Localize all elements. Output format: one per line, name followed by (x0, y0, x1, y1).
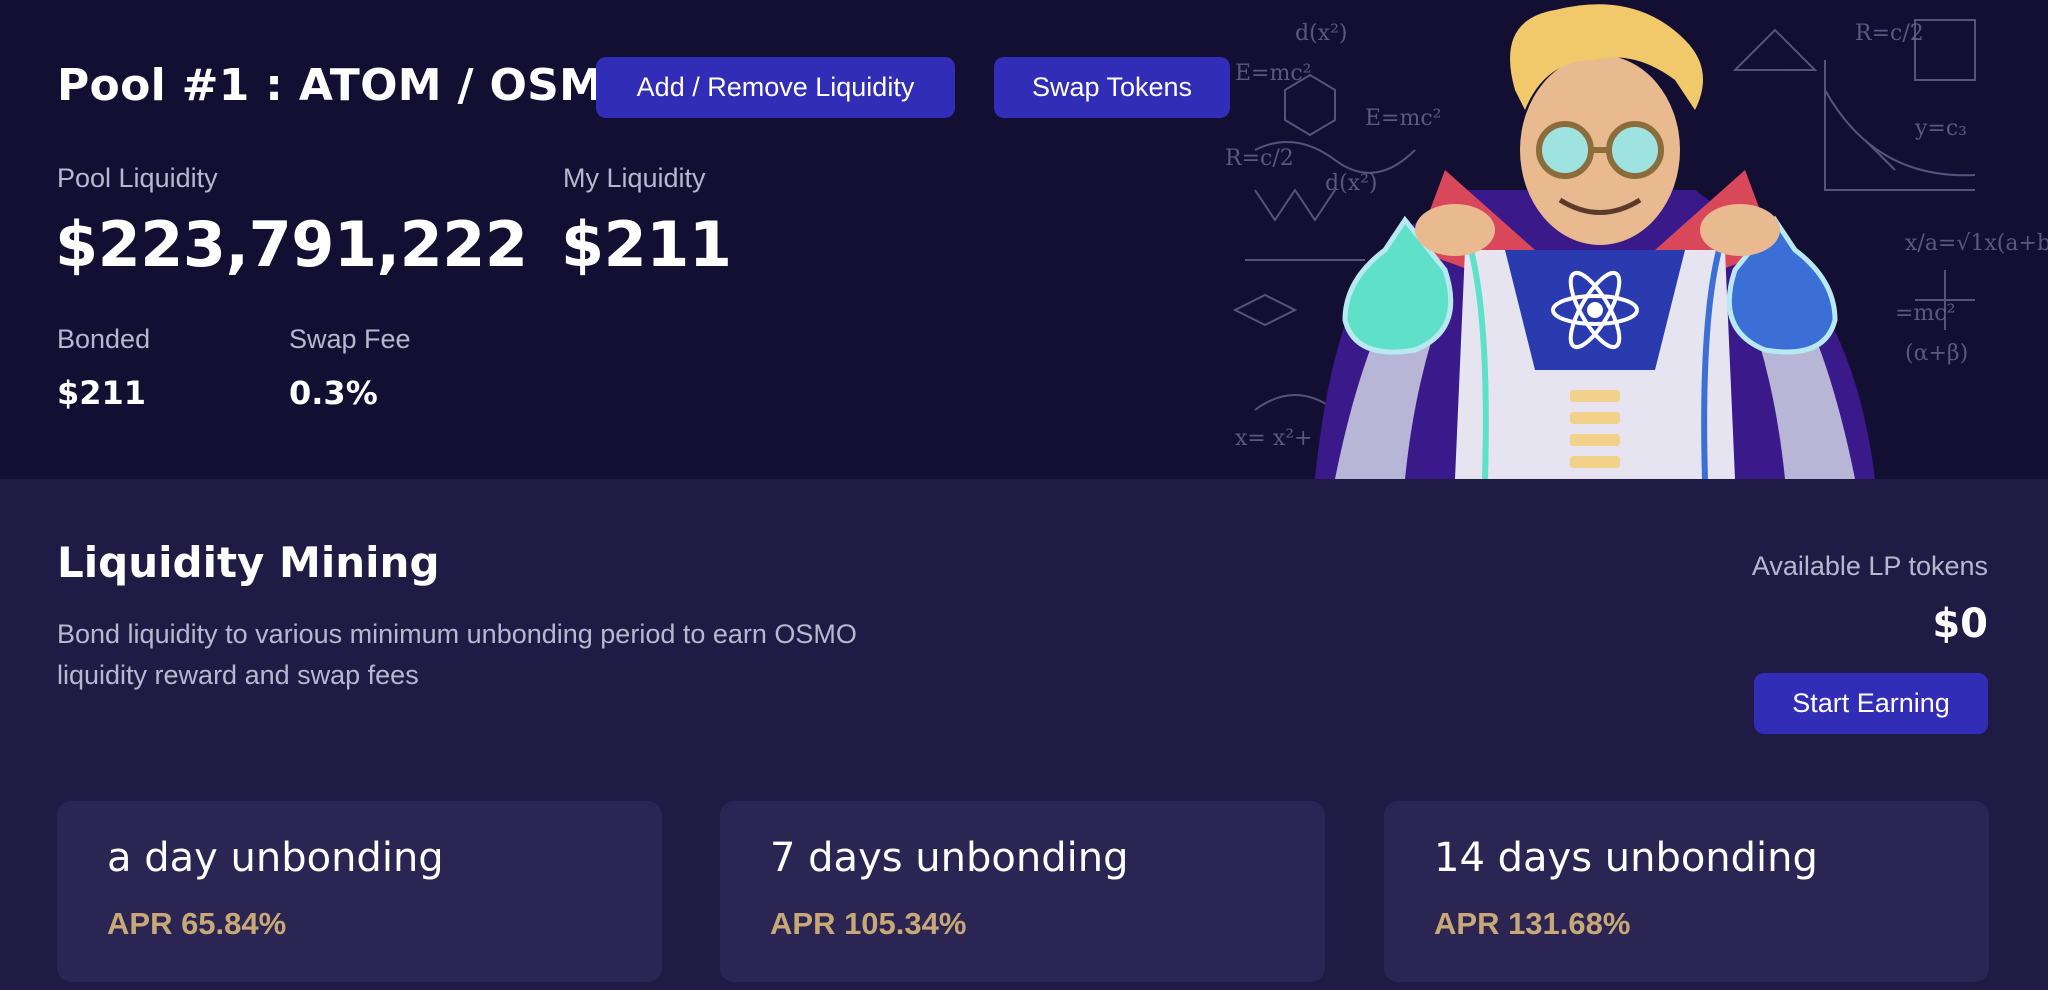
my-liquidity-value: $211 (561, 208, 732, 281)
unbonding-card-apr: APR 65.84% (107, 906, 287, 941)
unbonding-card-apr: APR 131.68% (1434, 906, 1631, 941)
liquidity-mining-description: Bond liquidity to various minimum unbond… (57, 619, 857, 690)
svg-text:d(x²): d(x²) (1295, 21, 1347, 46)
unbonding-card: 14 days unbonding APR 131.68% (1384, 801, 1989, 982)
unbonding-card-title: a day unbonding (107, 835, 444, 881)
unbonding-card: 7 days unbonding APR 105.34% (720, 801, 1325, 982)
pool-liquidity-value: $223,791,222 (55, 208, 528, 281)
svg-text:E=mc²: E=mc² (1235, 61, 1312, 86)
svg-text:x= x²+: x= x²+ (1235, 426, 1313, 451)
unbonding-card: a day unbonding APR 65.84% (57, 801, 662, 982)
add-remove-liquidity-button[interactable]: Add / Remove Liquidity (596, 57, 955, 118)
liquidity-mining-title: Liquidity Mining (57, 538, 440, 587)
start-earning-button[interactable]: Start Earning (1754, 673, 1988, 734)
pool-title: Pool #1 : ATOM / OSMO (57, 60, 641, 111)
pool-header: Pool #1 : ATOM / OSMO Add / Remove Liqui… (0, 0, 2048, 479)
available-lp-value: $0 (1932, 601, 1988, 647)
my-liquidity-label: My Liquidity (563, 163, 706, 193)
swap-tokens-button[interactable]: Swap Tokens (994, 57, 1230, 118)
swap-fee-value: 0.3% (289, 374, 378, 412)
svg-text:R=c/2: R=c/2 (1855, 21, 1924, 46)
svg-text:E=mc²: E=mc² (1365, 106, 1442, 131)
bonded-label: Bonded (57, 324, 151, 354)
pool-liquidity-label: Pool Liquidity (57, 163, 218, 193)
unbonding-card-title: 14 days unbonding (1434, 835, 1818, 881)
bonded-value: $211 (57, 374, 147, 412)
svg-text:(α+β): (α+β) (1905, 341, 1968, 366)
svg-text:d(x²): d(x²) (1325, 171, 1377, 196)
unbonding-card-apr: APR 105.34% (770, 906, 967, 941)
svg-text:=mc²: =mc² (1895, 301, 1955, 326)
unbonding-card-title: 7 days unbonding (770, 835, 1129, 881)
svg-text:x/a=√1x(a+b): x/a=√1x(a+b) (1905, 231, 2048, 256)
available-lp-label: Available LP tokens (1751, 551, 1988, 581)
swap-fee-label: Swap Fee (289, 324, 411, 354)
svg-text:y=c₃: y=c₃ (1914, 116, 1967, 141)
scientist-mascot-icon: E=mc² d(x²) E=mc² R=c/2 R=c/2 y=c₃ x/a=√… (1225, 4, 2048, 479)
svg-text:R=c/2: R=c/2 (1225, 146, 1294, 171)
